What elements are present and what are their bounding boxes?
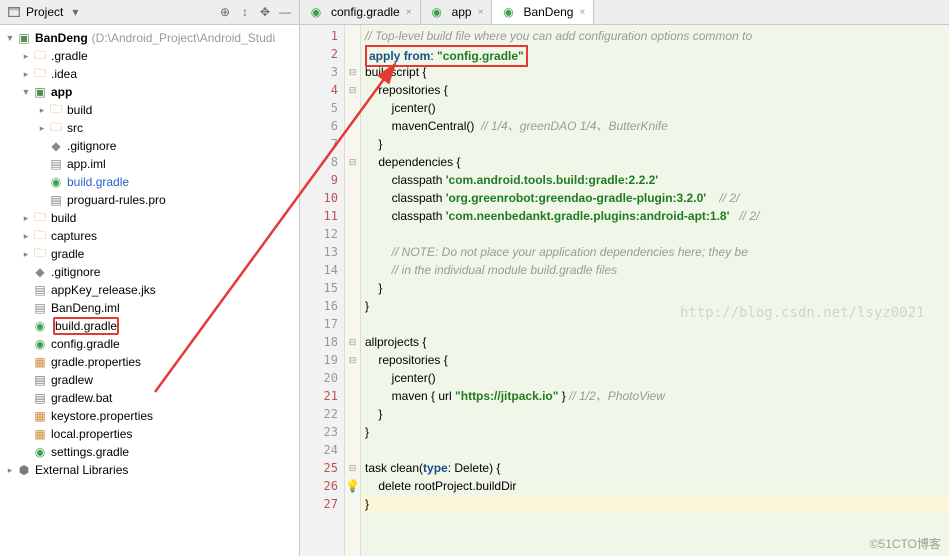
- code-content[interactable]: // Top-level build file where you can ad…: [361, 25, 949, 556]
- tree-item-gradle-dir[interactable]: ▸🗀.gradle: [0, 47, 299, 65]
- tree-item-app-src[interactable]: ▸🗀src: [0, 119, 299, 137]
- tree-item-bandeng-iml[interactable]: ▤BanDeng.iml: [0, 299, 299, 317]
- tree-item-build-gradle[interactable]: ◉build.gradle: [0, 317, 299, 335]
- tree-item-app-iml[interactable]: ▤app.iml: [0, 155, 299, 173]
- tree-item-gitignore[interactable]: ◆.gitignore: [0, 263, 299, 281]
- tab-bandeng[interactable]: ◉BanDeng×: [492, 0, 594, 24]
- tree-item-app-build-gradle[interactable]: ◉build.gradle: [0, 173, 299, 191]
- editor-tabs: ◉config.gradle× ◉app× ◉BanDeng×: [300, 0, 949, 25]
- editor-panel: ◉config.gradle× ◉app× ◉BanDeng× 12345678…: [300, 0, 949, 556]
- hide-icon[interactable]: —: [277, 4, 293, 20]
- panel-title: Project: [26, 5, 63, 19]
- target-icon[interactable]: ⊕: [217, 4, 233, 20]
- tree-item-gradlew[interactable]: ▤gradlew: [0, 371, 299, 389]
- tree-item-appkey[interactable]: ▤appKey_release.jks: [0, 281, 299, 299]
- collapse-icon[interactable]: ↕: [237, 4, 253, 20]
- tree-item-ext-libs[interactable]: ▸⬢External Libraries: [0, 461, 299, 479]
- tree-item-gradle-props[interactable]: ▦gradle.properties: [0, 353, 299, 371]
- tree-item-app[interactable]: ▼▣app: [0, 83, 299, 101]
- tree-item-gradle[interactable]: ▸🗀gradle: [0, 245, 299, 263]
- project-panel: Project ▾ ⊕ ↕ ✥ — ▼ ▣ BanDeng (D:\Androi…: [0, 0, 300, 556]
- tab-app[interactable]: ◉app×: [421, 0, 493, 24]
- close-icon[interactable]: ×: [478, 7, 484, 18]
- gutter: 1234567891011121314151617181920212223242…: [300, 25, 345, 556]
- tree-item-settings-gradle[interactable]: ◉settings.gradle: [0, 443, 299, 461]
- tree-item-gradlew-bat[interactable]: ▤gradlew.bat: [0, 389, 299, 407]
- panel-header: Project ▾ ⊕ ↕ ✥ —: [0, 0, 299, 25]
- fold-column: ⊟⊟⊟⊟⊟⊟💡: [345, 25, 361, 556]
- tree-item-captures[interactable]: ▸🗀captures: [0, 227, 299, 245]
- tab-config-gradle[interactable]: ◉config.gradle×: [300, 0, 421, 24]
- tree-item-app-gitignore[interactable]: ◆.gitignore: [0, 137, 299, 155]
- project-tree: ▼ ▣ BanDeng (D:\Android_Project\Android_…: [0, 25, 299, 556]
- tree-item-app-build[interactable]: ▸🗀build: [0, 101, 299, 119]
- close-icon[interactable]: ×: [579, 7, 585, 18]
- close-icon[interactable]: ×: [406, 7, 412, 18]
- tree-item-local-props[interactable]: ▦local.properties: [0, 425, 299, 443]
- root-node[interactable]: ▼ ▣ BanDeng (D:\Android_Project\Android_…: [0, 29, 299, 47]
- project-icon: [6, 4, 22, 20]
- tree-item-proguard[interactable]: ▤proguard-rules.pro: [0, 191, 299, 209]
- tree-item-root-build[interactable]: ▸🗀build: [0, 209, 299, 227]
- gear-icon[interactable]: ✥: [257, 4, 273, 20]
- tree-item-idea-dir[interactable]: ▸🗀.idea: [0, 65, 299, 83]
- dropdown-icon[interactable]: ▾: [67, 4, 83, 20]
- tree-item-keystore-props[interactable]: ▦keystore.properties: [0, 407, 299, 425]
- code-area: 1234567891011121314151617181920212223242…: [300, 25, 949, 556]
- tree-item-config-gradle[interactable]: ◉config.gradle: [0, 335, 299, 353]
